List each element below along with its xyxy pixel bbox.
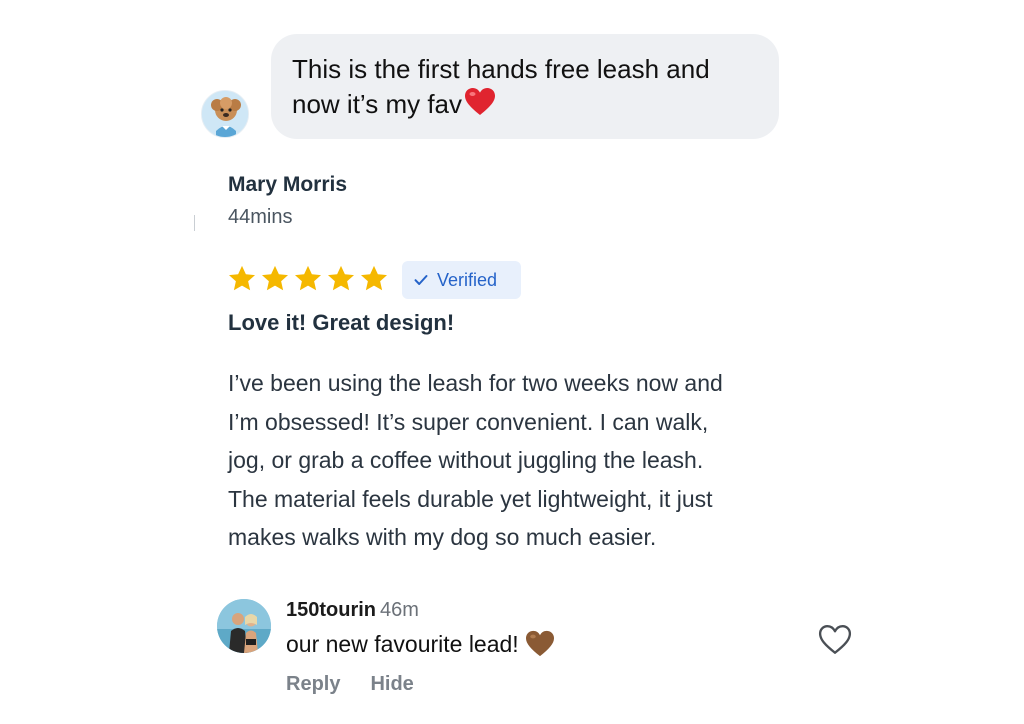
star-icon bbox=[262, 265, 288, 291]
heart-outline-icon bbox=[818, 625, 852, 654]
star-icon bbox=[229, 265, 255, 291]
red-heart-icon bbox=[464, 87, 496, 126]
comment-text: our new favourite lead! bbox=[286, 631, 519, 657]
chat-avatar[interactable] bbox=[201, 90, 249, 138]
verified-label: Verified bbox=[437, 269, 498, 290]
review-timestamp: 44mins bbox=[228, 206, 293, 228]
comment-actions: Reply Hide bbox=[286, 673, 414, 696]
like-button[interactable] bbox=[818, 624, 852, 656]
review-body-line: I’m obsessed! It’s super convenient. I c… bbox=[228, 408, 709, 435]
review-body-line: I’ve been using the leash for two weeks … bbox=[228, 370, 723, 396]
commenter-avatar[interactable] bbox=[217, 599, 271, 653]
review-body-line: makes walks with my dog so much easier. bbox=[228, 524, 657, 551]
star-rating bbox=[227, 264, 389, 296]
review-body-line: jog, or grab a coffee without juggling t… bbox=[228, 447, 704, 474]
star-icon bbox=[295, 265, 321, 291]
star-icon bbox=[361, 265, 387, 291]
brown-heart-icon bbox=[525, 630, 555, 664]
chat-message: This is the first hands free leash and n… bbox=[292, 54, 710, 119]
hide-button[interactable]: Hide bbox=[370, 673, 413, 696]
verified-badge: Verified bbox=[402, 261, 521, 299]
dog-avatar-icon bbox=[202, 91, 248, 137]
comment-username[interactable]: 150tourin bbox=[286, 599, 376, 621]
comment-timestamp: 46m bbox=[380, 599, 419, 621]
review-title: Love it! Great design! bbox=[228, 310, 455, 335]
reviewer-name: Mary Morris bbox=[228, 173, 348, 196]
checkmark-icon bbox=[414, 275, 428, 285]
review-body: I’ve been using the leash for two weeks … bbox=[228, 364, 808, 557]
chat-bubble: This is the first hands free leash and n… bbox=[271, 34, 779, 139]
reply-button[interactable]: Reply bbox=[286, 673, 340, 696]
star-icon bbox=[328, 265, 354, 291]
review-body-line: The material feels durable yet lightweig… bbox=[228, 485, 713, 512]
divider bbox=[194, 215, 195, 231]
people-avatar-icon bbox=[217, 599, 271, 653]
